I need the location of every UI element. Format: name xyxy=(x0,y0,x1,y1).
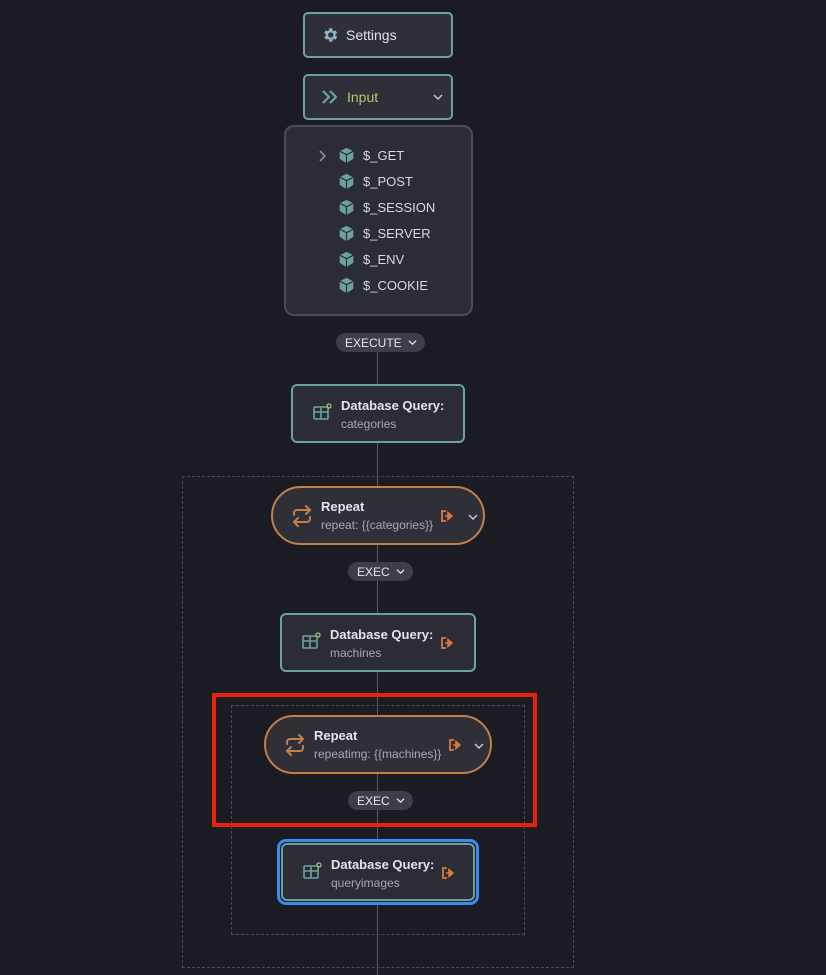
repeat-icon xyxy=(290,505,314,527)
connector-line xyxy=(377,351,378,385)
output-icon[interactable] xyxy=(440,510,454,522)
cube-icon xyxy=(338,199,355,216)
node-title: Repeat xyxy=(321,499,365,514)
input-dropdown[interactable]: Input xyxy=(303,74,453,120)
chevron-down-icon xyxy=(396,568,405,575)
database-query-node-categories[interactable]: Database Query: categories xyxy=(291,384,465,443)
chevron-right-icon[interactable] xyxy=(318,150,326,162)
database-query-node-queryimages[interactable]: Database Query: queryimages xyxy=(277,839,479,905)
chevron-down-icon xyxy=(408,339,417,346)
gear-icon xyxy=(321,26,339,44)
node-body: Database Query: queryimages xyxy=(281,843,475,901)
list-item-cookie[interactable]: $_COOKIE xyxy=(338,277,428,294)
list-item-label: $_SESSION xyxy=(363,200,436,215)
exec-pill[interactable]: EXEC xyxy=(348,562,413,581)
node-subtitle: categories xyxy=(341,417,397,431)
list-item-server[interactable]: $_SERVER xyxy=(338,225,431,242)
node-title: Database Query: xyxy=(341,398,445,413)
list-item-label: $_ENV xyxy=(363,252,405,267)
list-item-post[interactable]: $_POST xyxy=(338,173,413,190)
output-icon[interactable] xyxy=(441,867,455,879)
double-chevron-right-icon xyxy=(321,89,341,105)
list-item-label: $_POST xyxy=(363,174,413,189)
list-item-session[interactable]: $_SESSION xyxy=(338,199,435,216)
list-item-label: $_GET xyxy=(363,148,405,163)
table-search-icon xyxy=(313,403,333,421)
cube-icon xyxy=(338,251,355,268)
cube-icon xyxy=(338,225,355,242)
list-item-label: $_COOKIE xyxy=(363,278,429,293)
highlight-box xyxy=(212,693,537,827)
execute-pill[interactable]: EXECUTE xyxy=(336,333,425,352)
chevron-down-icon[interactable] xyxy=(468,513,478,521)
output-icon[interactable] xyxy=(440,637,454,649)
input-list-panel: $_GET $_POST $_SESSION $_SERVER $_ENV $_… xyxy=(284,125,473,316)
node-subtitle: machines xyxy=(330,646,382,660)
list-item-get[interactable]: $_GET xyxy=(338,147,404,164)
input-label: Input xyxy=(347,89,379,105)
chevron-down-icon[interactable] xyxy=(433,93,443,101)
exec-label: EXEC xyxy=(357,564,390,579)
node-title: Database Query: xyxy=(330,627,434,642)
settings-button[interactable]: Settings xyxy=(303,12,453,58)
node-title: Database Query: xyxy=(331,857,435,872)
table-search-icon xyxy=(302,632,322,650)
cube-icon xyxy=(338,147,355,164)
database-query-node-machines[interactable]: Database Query: machines xyxy=(280,613,476,672)
list-item-env[interactable]: $_ENV xyxy=(338,251,404,268)
settings-label: Settings xyxy=(346,27,397,43)
node-subtitle: repeat: {{categories}} xyxy=(321,518,434,532)
cube-icon xyxy=(338,173,355,190)
table-search-icon xyxy=(303,862,323,880)
list-item-label: $_SERVER xyxy=(363,226,431,241)
node-subtitle: queryimages xyxy=(331,876,400,890)
repeat-node-categories[interactable]: Repeat repeat: {{categories}} xyxy=(271,486,485,545)
cube-icon xyxy=(338,277,355,294)
execute-label: EXECUTE xyxy=(345,335,402,350)
